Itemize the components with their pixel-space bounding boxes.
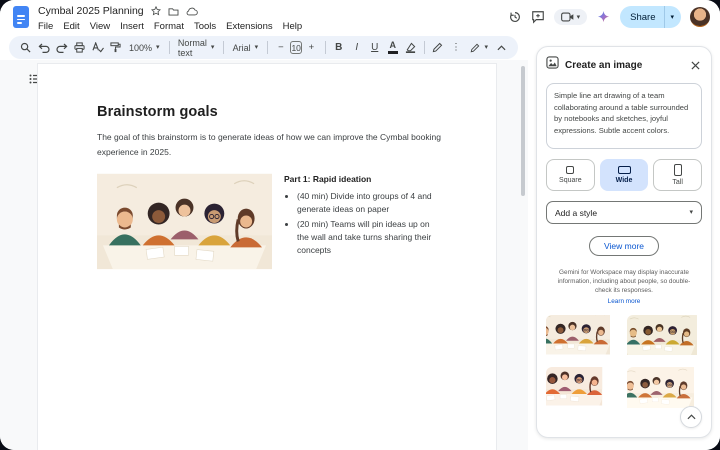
chevron-down-icon: ▾ [484,44,488,51]
learn-more-link[interactable]: Learn more [546,298,702,305]
close-icon[interactable] [688,58,702,72]
paragraph-style-value: Normal text [178,38,207,58]
doc-intro-paragraph: The goal of this brainstorm is to genera… [97,130,443,160]
document-area: Brainstorm goals The goal of this brains… [0,60,528,450]
aspect-label: Tall [672,179,683,186]
pen-icon [470,43,480,53]
toolbar: 100% ▾ Normal text ▾ Arial ▾ − 10 + B I … [9,36,518,59]
bullet-list: (40 min) Divide into groups of 4 and gen… [284,190,434,257]
search-icon[interactable] [17,39,34,56]
meet-camera-button[interactable]: ▾ [554,9,588,25]
view-more-button[interactable]: View more [589,236,659,256]
chevron-down-icon: ▾ [211,44,215,51]
camera-icon [561,12,574,22]
bullet-item: (20 min) Teams will pin ideas up on the … [297,218,434,257]
underline-button[interactable]: U [366,39,383,56]
result-image-3[interactable] [546,367,621,413]
italic-button[interactable]: I [348,39,365,56]
share-button[interactable]: Share ▾ [620,6,681,28]
tall-icon [674,164,682,176]
spellcheck-icon[interactable] [89,39,106,56]
part-title: Part 1: Rapid ideation [284,174,434,184]
toolbar-collapse-button[interactable] [493,39,510,56]
app-window: Cymbal 2025 Planning File Edit View Inse… [0,0,720,450]
generated-images-grid [546,315,702,413]
collapse-panel-button[interactable] [680,406,702,428]
font-select[interactable]: Arial ▾ [229,43,263,53]
image-icon [546,56,559,74]
aspect-tall-button[interactable]: Tall [653,159,702,191]
avatar[interactable] [690,7,710,27]
edit-pen-icon[interactable] [429,39,446,56]
bullet-item: (40 min) Divide into groups of 4 and gen… [297,190,434,216]
menu-view[interactable]: View [85,20,115,33]
aspect-wide-button[interactable]: Wide [600,159,649,191]
result-image-1[interactable] [546,315,621,361]
doc-heading: Brainstorm goals [97,104,442,120]
result-image-2[interactable] [627,315,702,361]
topbar: Cymbal 2025 Planning File Edit View Inse… [0,0,720,34]
chevron-down-icon: ▾ [689,209,693,216]
font-size-input[interactable]: 10 [290,41,301,54]
image-prompt-input[interactable]: Simple line art drawing of a team collab… [546,83,702,149]
inline-illustration-image[interactable] [97,173,272,270]
editing-mode-select[interactable]: ▾ [466,43,492,53]
bold-button[interactable]: B [330,39,347,56]
sidebar: Create an image Simple line art drawing … [528,34,720,450]
move-folder-icon[interactable] [168,7,179,16]
chevron-down-icon: ▾ [255,44,259,51]
style-select-value: Add a style [555,208,597,218]
chevron-down-icon: ▾ [670,14,674,21]
paragraph-style-select[interactable]: Normal text ▾ [174,38,219,58]
disclaimer-text: Gemini for Workspace may display inaccur… [546,268,702,295]
share-dropdown[interactable]: ▾ [664,6,681,28]
zoom-select[interactable]: 100% ▾ [125,43,164,53]
font-size-decrease-button[interactable]: − [272,39,289,56]
menu-insert[interactable]: Insert [115,20,149,33]
aspect-square-button[interactable]: Square [546,159,595,191]
menu-format[interactable]: Format [149,20,189,33]
chevron-up-icon [687,414,696,420]
print-icon[interactable] [71,39,88,56]
scrollbar[interactable] [521,66,525,196]
text-color-letter: A [389,41,396,50]
menu-help[interactable]: Help [278,20,308,33]
share-button-label[interactable]: Share [620,6,664,28]
text-color-bar [388,51,398,54]
menu-edit[interactable]: Edit [58,20,84,33]
wide-icon [618,166,631,174]
gemini-sparkle-icon[interactable] [596,10,611,25]
font-size-increase-button[interactable]: + [303,39,320,56]
comment-icon[interactable] [531,10,545,24]
cloud-status-icon[interactable] [186,7,198,16]
aspect-ratio-options: Square Wide Tall [546,159,702,191]
square-icon [566,166,574,174]
undo-icon[interactable] [35,39,52,56]
document-page[interactable]: Brainstorm goals The goal of this brains… [38,64,496,450]
paint-format-icon[interactable] [107,39,124,56]
menu-file[interactable]: File [33,20,58,33]
zoom-value: 100% [129,43,152,53]
create-image-panel: Create an image Simple line art drawing … [536,46,712,438]
version-history-icon[interactable] [508,10,522,24]
text-color-button[interactable]: A [384,39,401,56]
highlight-button[interactable] [402,39,419,56]
more-options-icon[interactable]: ⋮ [447,39,464,56]
document-title[interactable]: Cymbal 2025 Planning [38,5,144,17]
menu-tools[interactable]: Tools [189,20,221,33]
aspect-label: Wide [616,177,633,184]
menu-extensions[interactable]: Extensions [221,20,277,33]
star-icon[interactable] [151,6,161,16]
style-select[interactable]: Add a style ▾ [546,201,702,224]
aspect-label: Square [559,177,582,184]
redo-icon[interactable] [53,39,70,56]
menubar: File Edit View Insert Format Tools Exten… [33,20,307,33]
chevron-down-icon: ▾ [156,44,160,51]
font-value: Arial [233,43,251,53]
chevron-down-icon: ▾ [577,14,581,21]
docs-logo-icon[interactable] [13,6,29,28]
panel-title: Create an image [565,60,682,71]
